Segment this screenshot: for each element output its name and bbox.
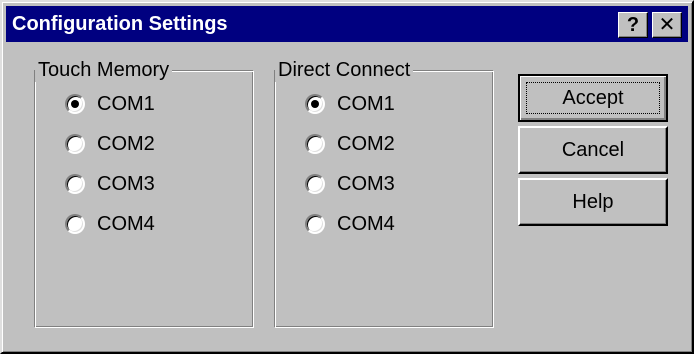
help-caption-button[interactable]: ?	[618, 12, 648, 38]
window-title: Configuration Settings	[12, 13, 228, 35]
touch-memory-com4-option[interactable]: COM4	[65, 211, 155, 237]
help-button[interactable]: Help	[518, 178, 668, 226]
touch-memory-com2-label: COM2	[97, 133, 155, 155]
direct-connect-com3-radio[interactable]	[305, 174, 325, 194]
direct-connect-com3-label: COM3	[337, 173, 395, 195]
touch-memory-com1-label: COM1	[97, 93, 155, 115]
touch-memory-com4-label: COM4	[97, 213, 155, 235]
title-bar[interactable]: Configuration Settings ? ✕	[6, 6, 688, 42]
touch-memory-com1-radio[interactable]	[65, 94, 85, 114]
direct-connect-com1-label: COM1	[337, 93, 395, 115]
touch-memory-com3-label: COM3	[97, 173, 155, 195]
direct-connect-com2-label: COM2	[337, 133, 395, 155]
direct-connect-com2-radio[interactable]	[305, 134, 325, 154]
direct-connect-com2-option[interactable]: COM2	[305, 131, 395, 157]
touch-memory-com3-option[interactable]: COM3	[65, 171, 155, 197]
touch-memory-com3-radio[interactable]	[65, 174, 85, 194]
accept-button[interactable]: Accept	[518, 74, 668, 122]
direct-connect-com4-label: COM4	[337, 213, 395, 235]
direct-connect-com3-option[interactable]: COM3	[305, 171, 395, 197]
touch-memory-com1-option[interactable]: COM1	[65, 91, 155, 117]
question-mark-icon: ?	[626, 14, 640, 36]
direct-connect-com4-option[interactable]: COM4	[305, 211, 395, 237]
direct-connect-com4-radio[interactable]	[305, 214, 325, 234]
touch-memory-group: Touch Memory COM1 COM2 COM3 COM4	[34, 58, 254, 328]
direct-connect-group-label: Direct Connect	[275, 58, 414, 82]
direct-connect-group: Direct Connect COM1 COM2 COM3 COM4	[274, 58, 494, 328]
configuration-settings-dialog: Configuration Settings ? ✕ Touch Memory …	[0, 0, 694, 354]
touch-memory-com2-radio[interactable]	[65, 134, 85, 154]
close-button[interactable]: ✕	[652, 12, 682, 38]
touch-memory-group-label: Touch Memory	[35, 58, 173, 82]
cancel-button[interactable]: Cancel	[518, 126, 668, 174]
touch-memory-com4-radio[interactable]	[65, 214, 85, 234]
accept-button-label: Accept	[526, 82, 660, 114]
touch-memory-com2-option[interactable]: COM2	[65, 131, 155, 157]
direct-connect-com1-radio[interactable]	[305, 94, 325, 114]
close-icon: ✕	[658, 14, 676, 36]
direct-connect-com1-option[interactable]: COM1	[305, 91, 395, 117]
